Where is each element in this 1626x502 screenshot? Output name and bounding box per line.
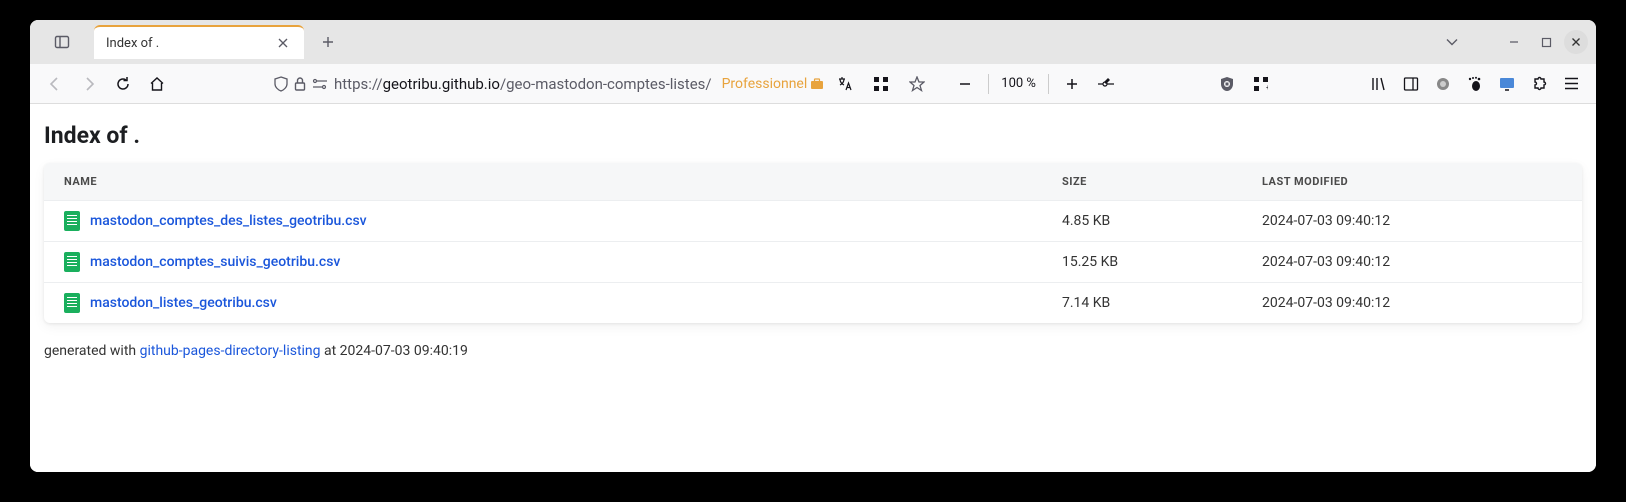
file-link[interactable]: mastodon_listes_geotribu.csv xyxy=(90,295,277,311)
customize-button[interactable] xyxy=(1091,69,1121,99)
bookmark-button[interactable] xyxy=(902,69,932,99)
extensions-menu-button[interactable] xyxy=(1524,69,1554,99)
table-row: mastodon_listes_geotribu.csv 7.14 KB 202… xyxy=(44,282,1582,323)
customize-icon xyxy=(1097,77,1115,91)
permissions-icon xyxy=(312,78,328,90)
plus-icon xyxy=(322,36,334,48)
display-button[interactable] xyxy=(1492,69,1522,99)
arrow-left-icon xyxy=(47,76,63,92)
file-listing: Name Size Last Modified mastodon_comptes… xyxy=(44,163,1582,323)
translate-icon xyxy=(837,76,853,92)
file-size: 15.25 KB xyxy=(1062,254,1262,270)
shield-icon xyxy=(274,76,288,92)
zoom-in-button[interactable] xyxy=(1057,69,1087,99)
container-context-label: Professionnel xyxy=(722,76,825,92)
plus-icon xyxy=(1066,78,1078,90)
table-row: mastodon_comptes_des_listes_geotribu.csv… xyxy=(44,200,1582,241)
reader-mode-button[interactable] xyxy=(866,69,896,99)
footer-text: generated with github-pages-directory-li… xyxy=(44,343,1582,359)
nav-forward-button[interactable] xyxy=(74,69,104,99)
star-icon xyxy=(909,76,925,92)
url-host: geotribu.github.io xyxy=(383,75,500,93)
column-header-name: Name xyxy=(64,175,1062,188)
file-size: 4.85 KB xyxy=(1062,213,1262,229)
sidebar-button[interactable] xyxy=(1396,69,1426,99)
tab-bar: Index of . xyxy=(30,20,1596,64)
separator xyxy=(1048,74,1049,94)
listing-header: Name Size Last Modified xyxy=(44,163,1582,200)
display-icon xyxy=(1499,77,1515,91)
close-icon xyxy=(1571,37,1581,47)
nav-back-button[interactable] xyxy=(40,69,70,99)
grid-icon: + xyxy=(1254,77,1268,91)
url-text: https://geotribu.github.io/geo-mastodon-… xyxy=(334,75,712,93)
reload-button[interactable] xyxy=(108,69,138,99)
toolbar: https://geotribu.github.io/geo-mastodon-… xyxy=(30,64,1596,104)
sidebar-icon xyxy=(54,34,70,50)
file-icon xyxy=(64,293,80,313)
app-menu-button[interactable] xyxy=(1556,69,1586,99)
qr-icon xyxy=(874,77,888,91)
maximize-icon xyxy=(1541,37,1552,48)
tab-close-button[interactable] xyxy=(274,34,292,52)
library-button[interactable] xyxy=(1364,69,1394,99)
window-maximize-button[interactable] xyxy=(1532,28,1560,56)
file-modified: 2024-07-03 09:40:12 xyxy=(1262,213,1562,229)
file-icon xyxy=(64,252,80,272)
foot-icon xyxy=(1467,76,1483,92)
sidebar-toggle-button[interactable] xyxy=(46,26,78,58)
minimize-icon xyxy=(1508,36,1520,48)
hamburger-icon xyxy=(1564,77,1579,90)
translate-button[interactable] xyxy=(830,69,860,99)
footer-link[interactable]: github-pages-directory-listing xyxy=(140,343,321,359)
window-controls xyxy=(1438,28,1588,56)
zoom-level: 100 % xyxy=(997,76,1040,91)
file-size: 7.14 KB xyxy=(1062,295,1262,311)
url-path: /geo-mastodon-comptes-listes/ xyxy=(500,75,712,93)
new-tab-button[interactable] xyxy=(314,28,342,56)
url-bar[interactable]: https://geotribu.github.io/geo-mastodon-… xyxy=(266,68,940,100)
puzzle-icon xyxy=(1531,76,1547,92)
arrow-right-icon xyxy=(81,76,97,92)
reload-icon xyxy=(115,76,131,92)
extension-2-button[interactable] xyxy=(1428,69,1458,99)
window-close-button[interactable] xyxy=(1564,30,1588,54)
globe-icon xyxy=(1435,76,1451,92)
gnome-button[interactable] xyxy=(1460,69,1490,99)
minus-icon xyxy=(959,78,971,90)
window-minimize-button[interactable] xyxy=(1500,28,1528,56)
url-scheme: https:// xyxy=(334,75,383,93)
tab-title: Index of . xyxy=(106,36,266,51)
file-link[interactable]: mastodon_comptes_des_listes_geotribu.csv xyxy=(90,213,367,229)
page-content: Index of . Name Size Last Modified masto… xyxy=(30,104,1596,472)
panel-icon xyxy=(1403,76,1419,92)
tabs-dropdown-button[interactable] xyxy=(1438,28,1466,56)
ublock-button[interactable] xyxy=(1212,69,1242,99)
file-icon xyxy=(64,211,80,231)
ublock-icon xyxy=(1219,76,1235,92)
lock-icon xyxy=(294,77,306,91)
tab-active[interactable]: Index of . xyxy=(94,25,304,59)
file-modified: 2024-07-03 09:40:12 xyxy=(1262,295,1562,311)
chevron-down-icon xyxy=(1446,38,1458,46)
page-title: Index of . xyxy=(44,122,1582,149)
column-header-size: Size xyxy=(1062,175,1262,188)
file-modified: 2024-07-03 09:40:12 xyxy=(1262,254,1562,270)
file-link[interactable]: mastodon_comptes_suivis_geotribu.csv xyxy=(90,254,340,270)
home-icon xyxy=(149,76,165,92)
zoom-controls: 100 % xyxy=(950,69,1087,99)
svg-text:+: + xyxy=(1266,84,1268,91)
table-row: mastodon_comptes_suivis_geotribu.csv 15.… xyxy=(44,241,1582,282)
separator xyxy=(988,74,989,94)
zoom-out-button[interactable] xyxy=(950,69,980,99)
library-icon xyxy=(1371,76,1387,92)
home-button[interactable] xyxy=(142,69,172,99)
extension-button[interactable]: + xyxy=(1246,69,1276,99)
column-header-modified: Last Modified xyxy=(1262,175,1562,188)
briefcase-icon xyxy=(810,78,824,90)
browser-window: Index of . xyxy=(30,20,1596,472)
close-icon xyxy=(278,38,288,48)
